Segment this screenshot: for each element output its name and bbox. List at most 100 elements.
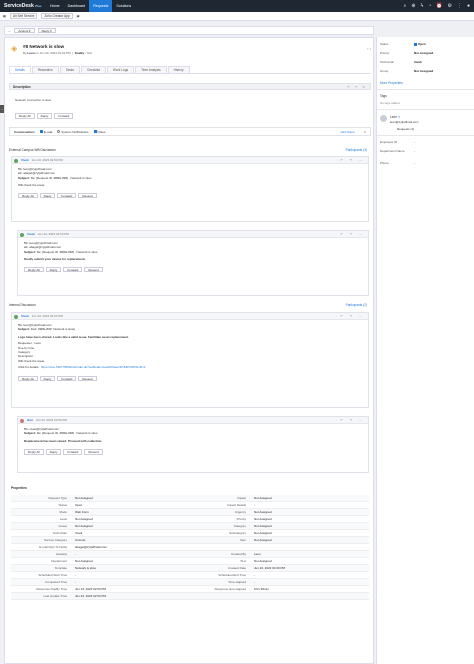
back-icon[interactable]: ← (8, 29, 11, 33)
reply-button[interactable]: Reply (39, 375, 56, 382)
tab-details[interactable]: Details (9, 66, 31, 73)
property-value[interactable] (250, 593, 369, 599)
property-value[interactable]: - (71, 551, 190, 557)
settings-icon[interactable]: ⚙ (447, 3, 451, 9)
reply-all-button[interactable]: Reply All (15, 113, 35, 119)
property-value[interactable]: Jun 20, 2023 01:03 PM (250, 565, 369, 571)
tab-time-analysis[interactable]: Time Analysis (135, 66, 167, 73)
property-value[interactable]: Jun 23, 2023 02:53 PM (71, 593, 190, 599)
apps-icon[interactable]: ⋮ (457, 3, 462, 9)
sidebar-priority[interactable]: Priority Not Assigned (380, 51, 472, 55)
reply-all-button[interactable]: Reply All (18, 192, 38, 199)
resend-button[interactable]: Resend (84, 449, 103, 455)
search-icon[interactable]: ⌕ (404, 3, 407, 9)
nav-solutions[interactable]: Solutions (112, 0, 135, 12)
property-value[interactable]: Not Assigned (71, 558, 190, 564)
resend-button[interactable]: Resend (78, 375, 97, 382)
all-self-service-link[interactable]: All Self Service (10, 13, 38, 19)
property-value[interactable]: - (71, 579, 190, 585)
reply-button[interactable]: Reply (45, 449, 62, 455)
email-checkbox[interactable]: E-mail (39, 130, 52, 134)
property-value[interactable]: Not Assigned (71, 516, 190, 522)
grid-icon[interactable]: ▦ (3, 14, 6, 18)
avatar[interactable]: ● (467, 3, 470, 9)
property-value[interactable]: Unsmet (71, 537, 190, 543)
property-value[interactable]: Not Assigned (250, 530, 369, 536)
actions-dropdown[interactable]: Actions ▾ (14, 27, 35, 34)
participants-link-external[interactable]: Participants (3) (346, 148, 367, 152)
property-value[interactable]: Leon (250, 551, 369, 557)
property-value[interactable] (250, 544, 369, 550)
tab-resolution[interactable]: Resolution (31, 66, 59, 73)
mail-action-icons[interactable]: ↶ ↷ ⋯ (340, 231, 365, 238)
flash-icon[interactable]: ϟ (421, 3, 424, 9)
tab-tasks[interactable]: Tasks (59, 66, 80, 73)
reply-button[interactable]: Reply (45, 266, 62, 273)
reply-button[interactable]: Reply (36, 113, 53, 119)
property-value[interactable]: Not Assigned (250, 537, 369, 543)
notes-checkbox[interactable]: Notes (93, 130, 105, 134)
tab-history[interactable]: History (167, 66, 190, 73)
property-value[interactable]: Not Assigned (250, 509, 369, 515)
reply-all-button[interactable]: Reply All (24, 449, 44, 455)
reply-button[interactable]: Reply (39, 192, 56, 199)
request-pager[interactable]: ‹ › (367, 46, 371, 51)
property-value[interactable]: Not Assigned (250, 523, 369, 529)
forward-button[interactable]: Forward (63, 266, 83, 273)
reply-all-button[interactable]: Reply All (18, 375, 38, 382)
more-properties-link[interactable]: More Properties (380, 81, 403, 85)
property-value[interactable]: Open (71, 502, 190, 508)
reminder-icon[interactable]: ⏰ (436, 3, 442, 9)
sidebar-status[interactable]: Status Open (380, 42, 472, 46)
sidebar-group[interactable]: Group Not Assigned (380, 69, 472, 73)
property-value[interactable]: abagel@zylpdfmail.com (71, 544, 190, 550)
property-value[interactable]: Not Assigned (250, 558, 369, 564)
sort-icon[interactable]: ⇅ (363, 130, 366, 134)
requester-name[interactable]: Leon ✎ (390, 115, 401, 119)
property-value[interactable]: Not Assigned (71, 495, 190, 501)
property-value[interactable]: Vivek (71, 530, 190, 536)
property-value[interactable]: Jun 23, 2023 02:53 PM (71, 586, 190, 592)
forward-button[interactable]: Forward (57, 375, 77, 382)
history-icon[interactable]: ◔ (428, 3, 431, 9)
app-icon[interactable]: ▣ (77, 14, 80, 18)
property-value[interactable]: - (71, 572, 190, 578)
property-value[interactable]: Not Assigned (250, 495, 369, 501)
add-icon[interactable]: ⊕ (411, 3, 415, 9)
request-details-link[interactable]: https://vive.5467788/WorkOrder.do?woMode… (41, 365, 146, 369)
property-value[interactable]: - (250, 579, 369, 585)
add-notes-link[interactable]: Add Notes (340, 130, 354, 134)
reply-dropdown[interactable]: Reply ▾ (37, 27, 56, 34)
property-row: Mode Web Form Urgency Not Assigned (11, 509, 369, 516)
zoho-creator-link[interactable]: Zoho Creator App (41, 13, 73, 19)
property-value[interactable]: - (250, 502, 369, 508)
reply-all-button[interactable]: Reply All (24, 266, 44, 273)
forward-button[interactable]: Forward (63, 449, 83, 455)
resend-button[interactable]: Resend (78, 192, 97, 199)
tab-work-logs[interactable]: Work Logs (106, 66, 135, 73)
mail-action-icons[interactable]: ↶ ↷ ⋯ (340, 313, 365, 320)
property-value[interactable]: Not Assigned (71, 523, 190, 529)
sidebar-technician[interactable]: Technician Vivek (380, 60, 472, 64)
property-value[interactable]: 1hrs 30min (250, 586, 369, 592)
property-label: Impact Details (226, 503, 246, 507)
mail-action-icons[interactable]: ↶ ↷ ⋯ (340, 417, 365, 424)
property-value[interactable]: Network is slow (71, 565, 190, 571)
description-action-icons[interactable]: ↶ ↷ ✎ (347, 84, 367, 90)
nav-home[interactable]: Home (46, 0, 64, 12)
app-logo[interactable]: ServiceDesk Plus (0, 3, 46, 9)
requester-link[interactable]: Leon (27, 51, 34, 55)
mail-action-icons[interactable]: ↶ ↷ ⋯ (340, 157, 365, 164)
system-notifications-radio[interactable]: System Notifications (57, 130, 89, 134)
nav-requests[interactable]: Requests (89, 0, 113, 12)
requester-requests-link[interactable]: Requests (1) (397, 127, 414, 131)
property-value[interactable]: Not Assigned (250, 516, 369, 522)
forward-button[interactable]: Forward (54, 113, 74, 119)
forward-button[interactable]: Forward (57, 192, 77, 199)
property-value[interactable]: - (250, 572, 369, 578)
property-value[interactable]: Web Form (71, 509, 190, 515)
participants-link-internal[interactable]: Participants (2) (346, 303, 367, 307)
tab-checklist[interactable]: Checklist (80, 66, 106, 73)
nav-dashboard[interactable]: Dashboard (64, 0, 90, 12)
resend-button[interactable]: Resend (84, 266, 103, 273)
